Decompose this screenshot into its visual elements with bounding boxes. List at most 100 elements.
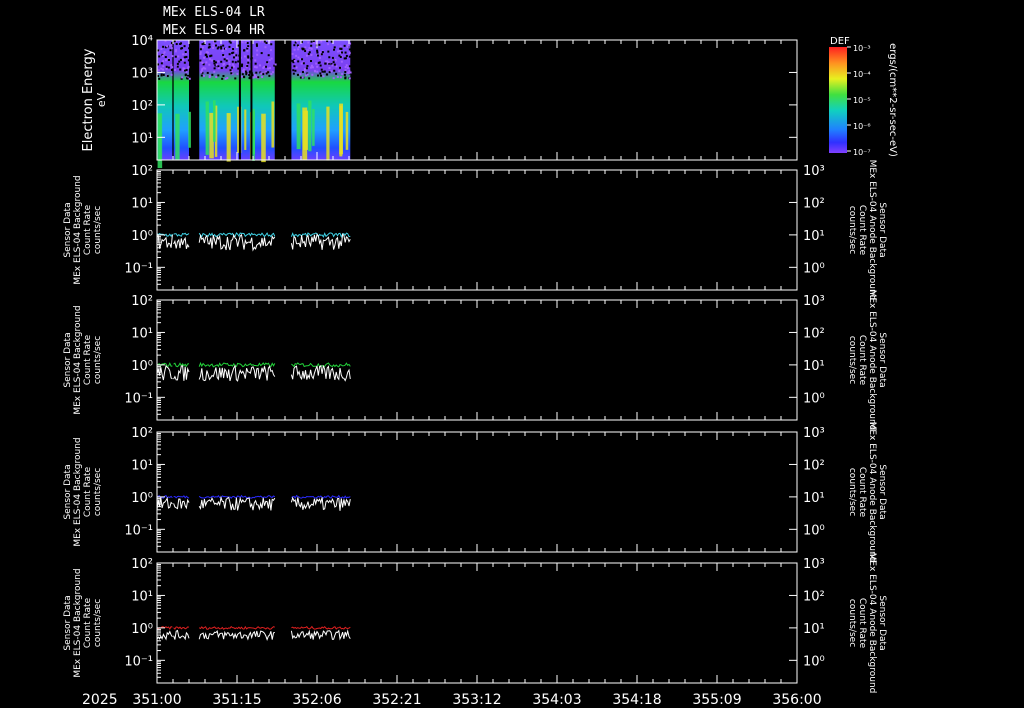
- panel-frame: [156, 169, 798, 291]
- panel-right-label: Count Rate: [857, 205, 867, 256]
- spectrogram-pixel: [165, 67, 168, 70]
- spectrogram-pixel: [347, 43, 350, 46]
- spectrogram-pixel: [264, 65, 267, 68]
- spectrogram-pixel: [200, 74, 203, 77]
- spectrogram-pixel: [255, 66, 258, 69]
- spectrogram-pixel: [231, 60, 234, 63]
- tick-label: 10³: [803, 426, 825, 441]
- spectrogram-pixel: [269, 40, 272, 43]
- spectrogram-pixel: [333, 48, 336, 51]
- panel-y-label: MEx ELS-04 Background: [73, 305, 83, 414]
- spectrogram-pixel: [348, 52, 351, 55]
- spectrogram-pixel: [254, 62, 257, 65]
- spectrogram-pixel: [184, 51, 187, 54]
- spectrogram-pixel: [344, 70, 347, 73]
- spectrogram-pixel: [222, 44, 225, 47]
- spectrogram-pixel: [340, 51, 343, 54]
- colorbar-unit-label: ergs/(cm**2-sr-sec-eV): [887, 43, 898, 157]
- spectrogram-pixel: [162, 65, 165, 68]
- spectrogram-streak: [339, 103, 344, 155]
- tick-label: 10⁰: [803, 523, 825, 538]
- spectrogram-pixel: [202, 74, 205, 77]
- panel-right-label: Sensor Data: [877, 202, 887, 257]
- spectrogram-pixel: [311, 73, 314, 76]
- spectrogram-pixel: [308, 77, 311, 80]
- spectrogram-pixel: [217, 46, 220, 49]
- spectrogram-pixel: [234, 77, 237, 80]
- spectrogram-pixel: [343, 57, 346, 60]
- spectrogram-pixel: [221, 77, 224, 80]
- spectrogram-streak: [261, 113, 266, 163]
- spectrogram-streak: [326, 106, 330, 161]
- tick-label: 10²: [131, 294, 153, 309]
- panel-right-label: counts/sec: [847, 336, 857, 384]
- spectrogram-pixel: [309, 60, 312, 63]
- spectrogram-pixel: [182, 53, 185, 56]
- spectrogram-pixel: [254, 59, 257, 62]
- spectrogram-streak: [296, 103, 301, 150]
- spectrogram-pixel: [170, 73, 173, 76]
- spectrogram-pixel: [270, 73, 273, 76]
- spectrogram-pixel: [310, 44, 313, 47]
- spectrogram-pixel: [247, 56, 250, 59]
- panel-right-label: Sensor Data: [877, 464, 887, 519]
- series-line: [173, 236, 190, 249]
- spectrogram-pixel: [188, 47, 191, 50]
- spectrogram-pixel: [315, 62, 318, 65]
- panel-y-label: Sensor Data: [63, 332, 73, 387]
- spectrogram-pixel: [306, 64, 309, 67]
- spectrogram-pixel: [169, 49, 172, 52]
- spectrogram-pixel: [309, 66, 312, 69]
- panel-y-label: counts/sec: [93, 206, 103, 254]
- spectrogram-pixel: [294, 69, 297, 72]
- panel-frame: [156, 299, 798, 421]
- series-line: [156, 496, 173, 510]
- spectrogram-pixel: [316, 70, 319, 73]
- spectrogram-streak: [308, 100, 312, 152]
- spectrogram-pixel: [201, 61, 204, 64]
- spectrogram-pixel: [163, 51, 166, 54]
- panel-right-label: MEx ELS-04 Anode Background: [867, 422, 877, 563]
- spectrogram-pixel: [348, 48, 351, 51]
- spectrogram-pixel: [255, 43, 258, 46]
- spectrogram-pixel: [228, 45, 231, 48]
- spectrogram-pixel: [298, 46, 301, 49]
- panel-y-label: MEx ELS-04 Background: [73, 437, 83, 546]
- spectrogram-pixel: [162, 54, 165, 57]
- spectrogram-pixel: [182, 58, 185, 61]
- spectrogram-pixel: [257, 76, 260, 79]
- spectrogram-streak: [271, 101, 275, 148]
- spectrogram-pixel: [201, 69, 204, 72]
- spectrogram-pixel: [224, 47, 227, 50]
- spectrogram-pixel: [187, 59, 190, 62]
- spectrogram-pixel: [217, 67, 220, 70]
- spectrogram-pixel: [237, 60, 240, 63]
- spectrogram-pixel: [210, 54, 213, 57]
- spectrogram-pixel: [179, 43, 182, 46]
- series-line: [173, 626, 190, 630]
- spectrogram-pixel: [338, 70, 341, 73]
- spectrogram-pixel: [214, 40, 217, 43]
- spectrogram-pixel: [229, 69, 232, 72]
- spectrogram-pixel: [199, 59, 202, 62]
- spectrogram-pixel: [175, 48, 178, 51]
- spectrogram-pixel: [292, 72, 295, 75]
- spectrogram-pixel: [344, 77, 347, 80]
- spectrogram-pixel: [301, 71, 304, 74]
- series-line: [173, 365, 190, 381]
- panel-y-label: Count Rate: [83, 334, 93, 385]
- spectrogram-pixel: [186, 77, 189, 80]
- spectrogram-pixel: [203, 56, 206, 59]
- spectrogram-pixel: [293, 59, 296, 62]
- spectrogram-pixel: [301, 76, 304, 79]
- spectrogram-pixel: [241, 63, 244, 66]
- spectrogram-pixel: [266, 61, 269, 64]
- tick-label: 10³: [803, 164, 825, 179]
- panel-y-label: Sensor Data: [63, 202, 73, 257]
- spectrogram-pixel: [241, 41, 244, 44]
- tick-label: 10⁻¹: [124, 261, 153, 276]
- spectrogram-pixel: [220, 45, 223, 48]
- spectrogram-pixel: [228, 63, 231, 66]
- spectrogram-pixel: [176, 62, 179, 65]
- spectrogram-pixel: [170, 68, 173, 71]
